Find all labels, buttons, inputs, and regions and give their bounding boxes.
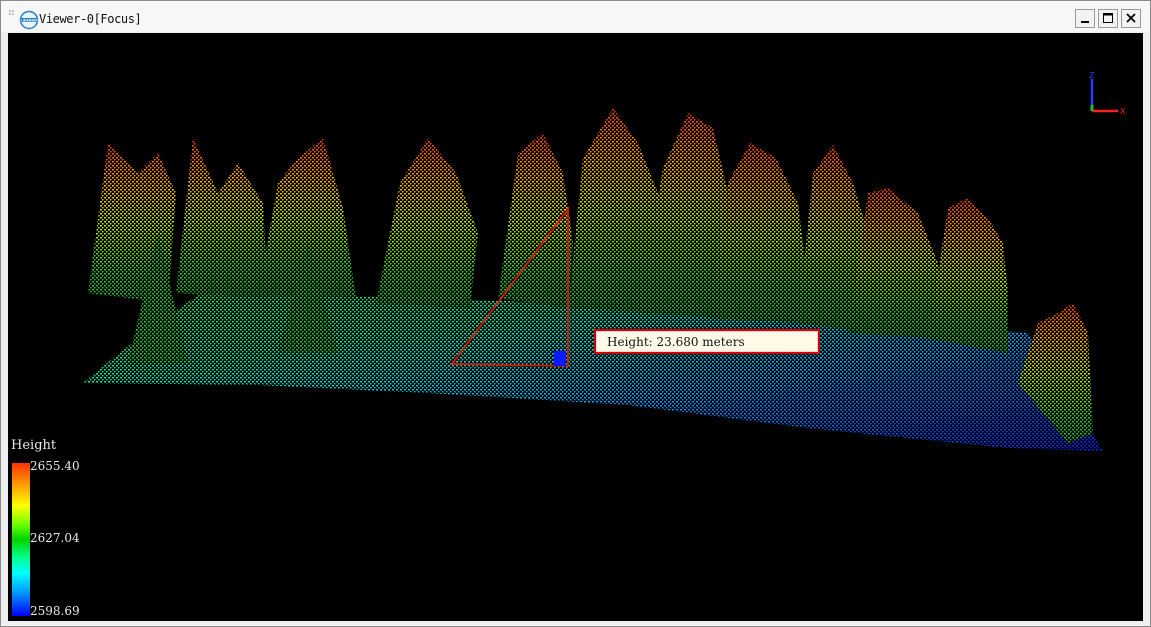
maximize-button[interactable] (1098, 9, 1118, 28)
window-title: Viewer-0[Focus] (39, 12, 142, 26)
legend-min-value: 2598.69 (30, 604, 80, 618)
legend-mid-value: 2627.04 (30, 531, 80, 545)
measure-marker[interactable] (554, 351, 566, 366)
measurement-label: Height: 23.680 meters (594, 329, 820, 354)
title-bar[interactable]: LiDAR360 Viewer-0[Focus] (1, 1, 1150, 32)
legend-title: Height (11, 438, 57, 453)
measurement-text: Height: 23.680 meters (607, 335, 745, 349)
minimize-icon (1081, 21, 1089, 23)
z-axis-label: Z (1089, 71, 1095, 80)
close-icon (1126, 13, 1136, 23)
app-logo-icon: LiDAR360 (19, 10, 39, 30)
svg-text:LiDAR360: LiDAR360 (21, 18, 38, 22)
minimize-button[interactable] (1075, 9, 1095, 28)
close-button[interactable] (1121, 9, 1141, 28)
point-cloud-viewport[interactable]: Height: 23.680 meters Height 2655.40 262… (8, 33, 1143, 621)
x-axis-label: X (1120, 107, 1126, 115)
viewer-window: LiDAR360 Viewer-0[Focus] Height: 23.680 … (0, 0, 1151, 627)
point-cloud (83, 108, 1103, 451)
drag-grip-icon[interactable] (9, 10, 17, 20)
point-cloud-scene[interactable] (8, 33, 1143, 621)
maximize-icon (1103, 13, 1113, 23)
legend-max-value: 2655.40 (30, 459, 80, 473)
height-color-scale (12, 463, 30, 616)
axis-gizmo: Z X (1089, 71, 1126, 115)
